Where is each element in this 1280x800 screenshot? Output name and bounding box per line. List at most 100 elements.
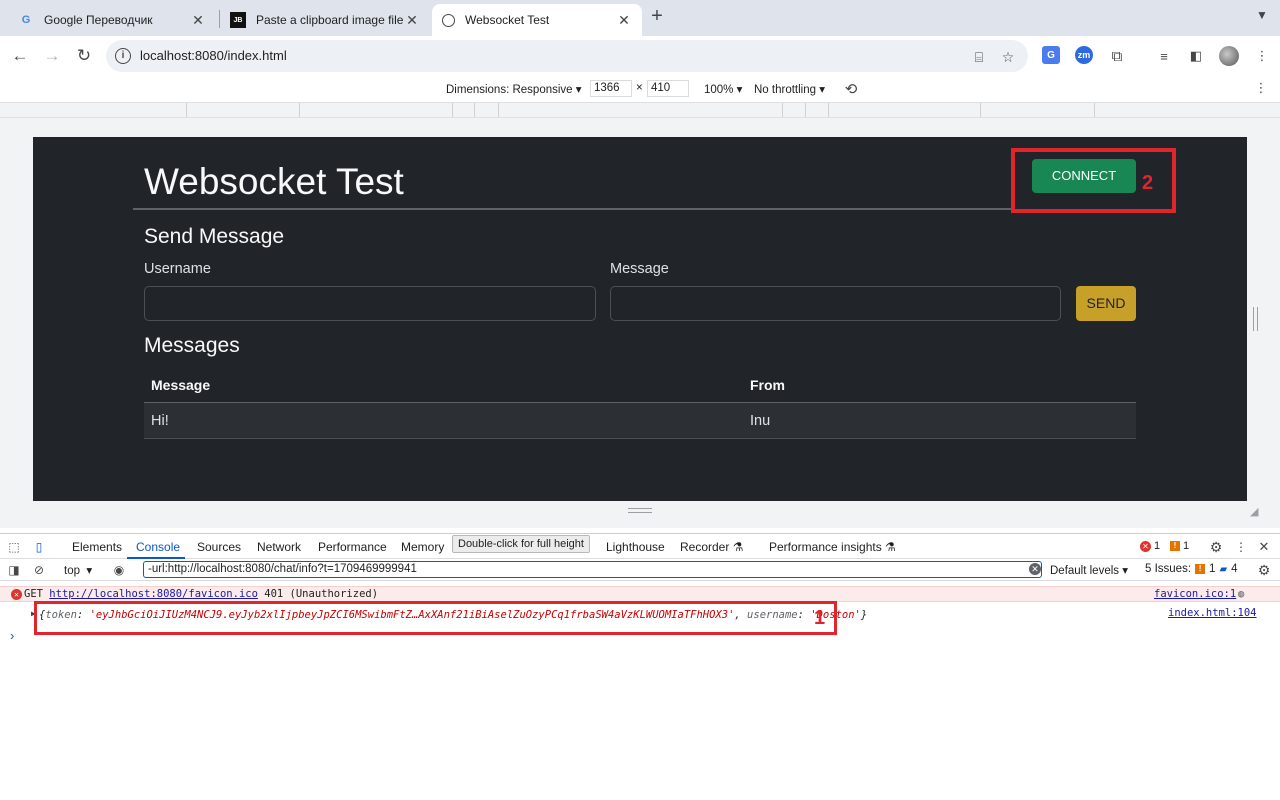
console-filter-bar: ◨ ⊘ top ▾ ◉ -url:http://localhost:8080/c… [0,559,1280,581]
close-tab-icon[interactable]: ✕ [404,12,420,28]
new-tab-icon[interactable]: + [646,6,668,28]
error-url-link[interactable]: http://localhost:8080/favicon.ico [49,588,258,600]
messages-heading: Messages [144,334,240,357]
http-status: 401 (Unauthorized) [264,588,379,600]
browser-tab-strip: G Google Переводчик ✕ JB Paste a clipboa… [0,0,1280,36]
issues-label: 5 Issues: [1145,563,1192,575]
google-translate-icon: G [21,14,31,26]
issue-warning-icon: ! [1195,564,1206,574]
media-query-ruler[interactable] [0,102,1280,118]
dimensions-label: Dimensions: Responsive [446,84,573,96]
tab-network[interactable]: Network [257,540,301,554]
tab-memory[interactable]: Memory [401,540,444,554]
tab-title: Google Переводчик [44,13,153,27]
close-tab-icon[interactable]: ✕ [616,12,632,28]
warning-count-badge[interactable]: ! 1 [1170,540,1189,552]
sidebar-toggle-icon[interactable]: ◨ [6,562,22,578]
tab-recorder[interactable]: Recorder ⚗ [680,540,743,554]
device-more-icon[interactable]: ⋮ [1254,80,1268,96]
profile-avatar[interactable] [1219,46,1239,66]
viewport-right-resize-handle[interactable] [1253,307,1258,331]
error-count: 1 [1154,540,1161,552]
table-cell-from: Inu [750,413,771,429]
tab-performance[interactable]: Performance [318,540,387,554]
jetbrains-icon: JB [230,12,246,28]
annotation-number-1: 1 [814,607,826,629]
extensions-puzzle-icon[interactable]: ⧉ [1107,46,1127,66]
issue-info-icon: ▰ [1219,563,1228,575]
tab-websocket-test[interactable]: Websocket Test ✕ [432,4,642,36]
zoom-extension-icon[interactable]: zm [1075,46,1093,64]
rotate-icon[interactable]: ⟲ [842,80,860,98]
warning-icon: ! [1170,541,1180,551]
globe-icon [442,13,455,27]
browser-menu-icon[interactable]: ⋮ [1252,46,1272,66]
clear-console-icon[interactable]: ⊘ [31,562,47,578]
site-info-icon[interactable]: i [115,48,131,64]
table-header-message: Message [151,377,211,393]
http-method: GET [24,588,43,600]
message-label: Message [610,261,669,277]
media-controls-icon[interactable]: ≡ [1154,46,1174,66]
context-label: top [64,565,80,577]
message-input[interactable] [610,286,1061,321]
log-levels-dropdown[interactable]: Default levels ▾ [1050,563,1128,577]
send-button[interactable]: SEND [1076,286,1136,321]
clear-filter-icon[interactable]: ✕ [1029,563,1041,575]
issues-warning-count: 1 [1209,563,1216,575]
viewport-corner-resize-handle[interactable]: ◢ [1250,505,1262,518]
translate-extension-icon[interactable]: G [1042,46,1060,64]
tab-performance-insights[interactable]: Performance insights ⚗ [769,540,896,554]
tab-title: Websocket Test [465,13,550,27]
error-source-link[interactable]: favicon.ico:1 [1154,588,1236,600]
flask-icon: ⚗ [885,540,896,554]
device-toolbar: Dimensions: Responsive ▾ 1366 × 410 100%… [0,76,1280,102]
throttling-dropdown[interactable]: No throttling ▾ [754,82,825,96]
devtools-settings-gear-icon[interactable]: ⚙ [1208,539,1224,555]
tab-performance-insights-label: Performance insights [769,540,882,554]
tooltip-full-height: Double-click for full height [452,535,590,553]
tab-clipboard-article[interactable]: JB Paste a clipboard image file i ✕ [220,4,430,36]
console-settings-gear-icon[interactable]: ⚙ [1256,562,1272,578]
live-expression-eye-icon[interactable]: ◉ [111,562,127,578]
bookmark-star-icon[interactable]: ☆ [999,48,1017,66]
reload-icon[interactable]: ↻ [72,44,96,68]
close-tab-icon[interactable]: ✕ [190,12,206,28]
console-prompt-caret[interactable]: › [10,628,14,643]
back-arrow-icon[interactable]: ← [8,44,32,68]
viewport-width-input[interactable]: 1366 [590,80,632,97]
forward-arrow-icon[interactable]: → [40,44,64,68]
tab-sources[interactable]: Sources [197,540,241,554]
tab-console[interactable]: Console [136,540,180,554]
error-icon: ✕ [1140,540,1151,552]
throttling-label: No throttling [754,84,817,96]
tab-lighthouse[interactable]: Lighthouse [606,540,665,554]
tab-search-chevron-icon[interactable]: ▼ [1252,8,1272,28]
annotation-box-1 [34,601,837,635]
issues-counter[interactable]: 5 Issues: ! 1 ▰ 4 [1145,563,1238,575]
viewport-bottom-resize-handle[interactable] [628,508,652,513]
context-selector[interactable]: top ▾ [64,563,92,577]
translate-page-icon[interactable]: ⌸ [970,48,988,66]
device-toolbar-toggle-icon[interactable]: ▯ [31,539,47,555]
tab-elements[interactable]: Elements [72,540,122,554]
console-error-message: ✕ GET http://localhost:8080/favicon.ico … [0,586,1280,602]
zoom-dropdown[interactable]: 100% ▾ [704,82,742,96]
warning-count: 1 [1183,540,1190,552]
network-globe-icon[interactable]: ◍ [1238,588,1244,600]
devtools-more-icon[interactable]: ⋮ [1233,539,1249,555]
viewport-height-input[interactable]: 410 [647,80,689,97]
object-source-link[interactable]: index.html:104 [1168,607,1257,619]
console-error-text: GET http://localhost:8080/favicon.ico 40… [24,588,378,600]
console-filter-input[interactable]: -url:http://localhost:8080/chat/info?t=1… [143,561,1042,578]
error-count-badge[interactable]: ✕ 1 [1140,540,1160,552]
inspect-element-icon[interactable]: ⬚ [6,539,22,555]
side-panel-icon[interactable]: ◧ [1186,46,1206,66]
tab-google-translate[interactable]: G Google Переводчик ✕ [8,4,216,36]
address-bar[interactable]: i localhost:8080/index.html ⌸ ☆ [106,40,1028,72]
username-input[interactable] [144,286,596,321]
address-url[interactable]: localhost:8080/index.html [140,48,287,63]
table-cell-message: Hi! [151,413,169,429]
dimensions-dropdown[interactable]: Dimensions: Responsive ▾ [446,82,582,96]
close-devtools-icon[interactable]: ✕ [1256,539,1272,555]
